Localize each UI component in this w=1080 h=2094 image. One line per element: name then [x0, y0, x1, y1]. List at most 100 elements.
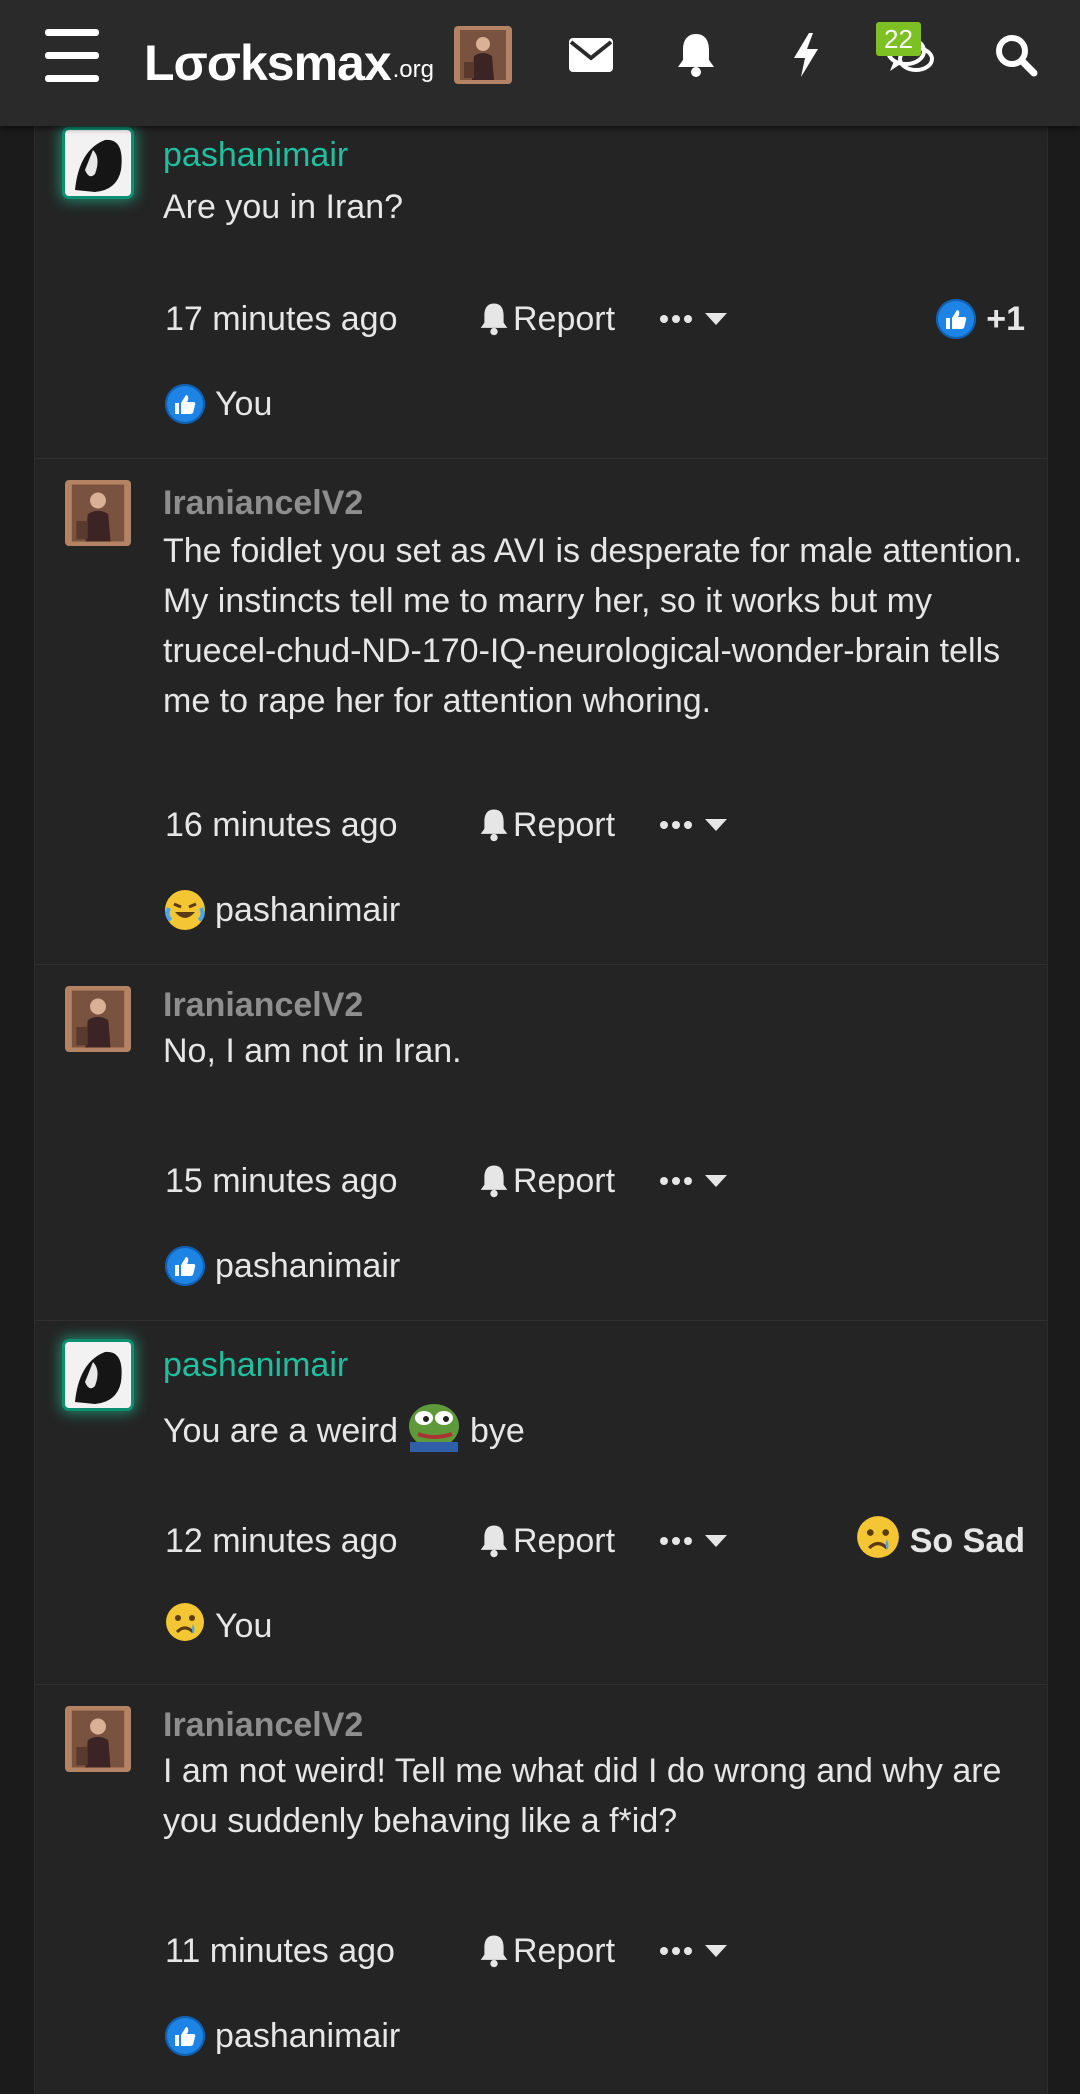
inbox-button[interactable] [560, 0, 622, 110]
avatar[interactable] [65, 986, 131, 1052]
reaction-list[interactable]: pashanimair [165, 1244, 400, 1288]
bell-icon [678, 34, 714, 77]
reaction-summary[interactable]: So Sad [856, 1515, 1025, 1568]
report-button[interactable]: Report [479, 1522, 615, 1561]
like-icon [165, 1246, 205, 1286]
avatar[interactable] [65, 130, 131, 196]
report-button[interactable]: Report [479, 300, 615, 339]
sad-crying-emoji-icon [856, 1515, 900, 1568]
report-button[interactable]: Report [479, 1932, 615, 1971]
report-label: Report [513, 1161, 616, 1200]
message-post: pashanimair You are a weird bye 12 minut… [35, 1320, 1047, 1685]
logo-extension: .org [392, 56, 434, 83]
caret-down-icon [705, 1175, 728, 1187]
timestamp[interactable]: 15 minutes ago [165, 1162, 455, 1201]
reacted-user: You [215, 1606, 273, 1645]
message-post: IraniancelV2 I am not weird! Tell me wha… [35, 1684, 1047, 2094]
report-button[interactable]: Report [479, 1162, 615, 1201]
menu-button[interactable] [40, 0, 104, 110]
conversations-count-badge: 22 [876, 22, 921, 56]
top-navigation-bar: Lσσksmax .org 22 [0, 0, 1080, 126]
ellipsis-icon [660, 1947, 693, 1955]
reaction-summary[interactable]: +1 [936, 299, 1025, 339]
username[interactable]: IraniancelV2 [163, 986, 363, 1025]
alerts-button[interactable] [666, 0, 726, 110]
username[interactable]: pashanimair [163, 1346, 348, 1385]
message-text: No, I am not in Iran. [163, 1032, 462, 1070]
message-post: IraniancelV2 The foidlet you set as AVI … [35, 458, 1047, 965]
user-avatar[interactable] [454, 26, 512, 84]
caret-down-icon [705, 1945, 728, 1957]
whats-new-button[interactable] [776, 0, 836, 110]
avatar[interactable] [65, 1342, 131, 1408]
reaction-label: So Sad [909, 1521, 1025, 1560]
username[interactable]: IraniancelV2 [163, 1706, 363, 1745]
message-actions: 12 minutes ago Report So Sad [165, 1515, 1025, 1568]
message-post: IraniancelV2 No, I am not in Iran. 15 mi… [35, 964, 1047, 1321]
reaction-score: +1 [986, 299, 1025, 338]
message-text-end: bye [470, 1412, 525, 1450]
caret-down-icon [705, 819, 728, 831]
username[interactable]: pashanimair [163, 136, 348, 175]
report-button[interactable]: Report [479, 806, 615, 845]
reaction-list[interactable]: You [165, 382, 272, 426]
more-options-button[interactable] [659, 1175, 728, 1187]
message-text-start: You are a weird [163, 1412, 399, 1450]
bell-icon [480, 1525, 508, 1558]
reacted-user: pashanimair [215, 2016, 401, 2055]
caret-down-icon [705, 313, 728, 325]
message-actions: 17 minutes ago Report +1 [165, 294, 1025, 344]
menu-icon [45, 21, 99, 90]
more-options-button[interactable] [659, 1535, 728, 1547]
message-text: The foidlet you set as AVI is desperate … [163, 532, 1023, 720]
ellipsis-icon [660, 1537, 693, 1545]
avatar[interactable] [65, 480, 131, 546]
message-text: I am not weird! Tell me what did I do wr… [163, 1752, 1002, 1840]
like-icon [936, 299, 977, 339]
logo-text: Lσσksmax [144, 35, 392, 91]
more-options-button[interactable] [659, 1945, 728, 1957]
message-text: Are you in Iran? [163, 188, 404, 226]
message-actions: 16 minutes ago Report [165, 800, 1025, 850]
message-text: You are a weird bye [163, 1396, 1023, 1466]
reaction-list[interactable]: pashanimair [165, 888, 400, 932]
report-label: Report [513, 805, 616, 844]
reacted-user: You [215, 384, 273, 423]
ellipsis-icon [660, 1177, 693, 1185]
username[interactable]: IraniancelV2 [163, 484, 363, 523]
pepe-smiley-icon [406, 1396, 462, 1466]
timestamp[interactable]: 16 minutes ago [165, 806, 455, 845]
ellipsis-icon [660, 821, 693, 829]
ellipsis-icon [660, 315, 693, 323]
bell-icon [480, 1935, 508, 1968]
timestamp[interactable]: 12 minutes ago [165, 1522, 455, 1561]
timestamp[interactable]: 11 minutes ago [165, 1932, 455, 1971]
like-icon [165, 2016, 205, 2056]
sad-crying-emoji-icon [165, 1602, 205, 1651]
report-label: Report [513, 1521, 616, 1560]
like-icon [165, 384, 205, 424]
site-logo[interactable]: Lσσksmax .org [144, 22, 434, 92]
laughing-crying-emoji-icon [165, 890, 205, 930]
bell-icon [480, 809, 508, 842]
message-actions: 15 minutes ago Report [165, 1156, 1025, 1206]
message-thread: pashanimair Are you in Iran? 17 minutes … [34, 126, 1048, 2094]
avatar[interactable] [65, 1706, 131, 1772]
more-options-button[interactable] [659, 313, 728, 325]
bolt-icon [794, 33, 818, 77]
message-actions: 11 minutes ago Report [165, 1926, 1025, 1976]
envelope-icon [569, 38, 613, 72]
reacted-user: pashanimair [215, 890, 401, 929]
report-label: Report [513, 1931, 616, 1970]
search-icon [996, 35, 1038, 77]
caret-down-icon [705, 1535, 728, 1547]
message-post: pashanimair Are you in Iran? 17 minutes … [35, 126, 1047, 459]
timestamp[interactable]: 17 minutes ago [165, 300, 455, 339]
more-options-button[interactable] [659, 819, 728, 831]
bell-icon [480, 1165, 508, 1198]
reaction-list[interactable]: You [165, 1602, 273, 1651]
search-button[interactable] [986, 0, 1046, 110]
reacted-user: pashanimair [215, 1246, 401, 1285]
bell-icon [480, 303, 508, 336]
reaction-list[interactable]: pashanimair [165, 2014, 400, 2058]
